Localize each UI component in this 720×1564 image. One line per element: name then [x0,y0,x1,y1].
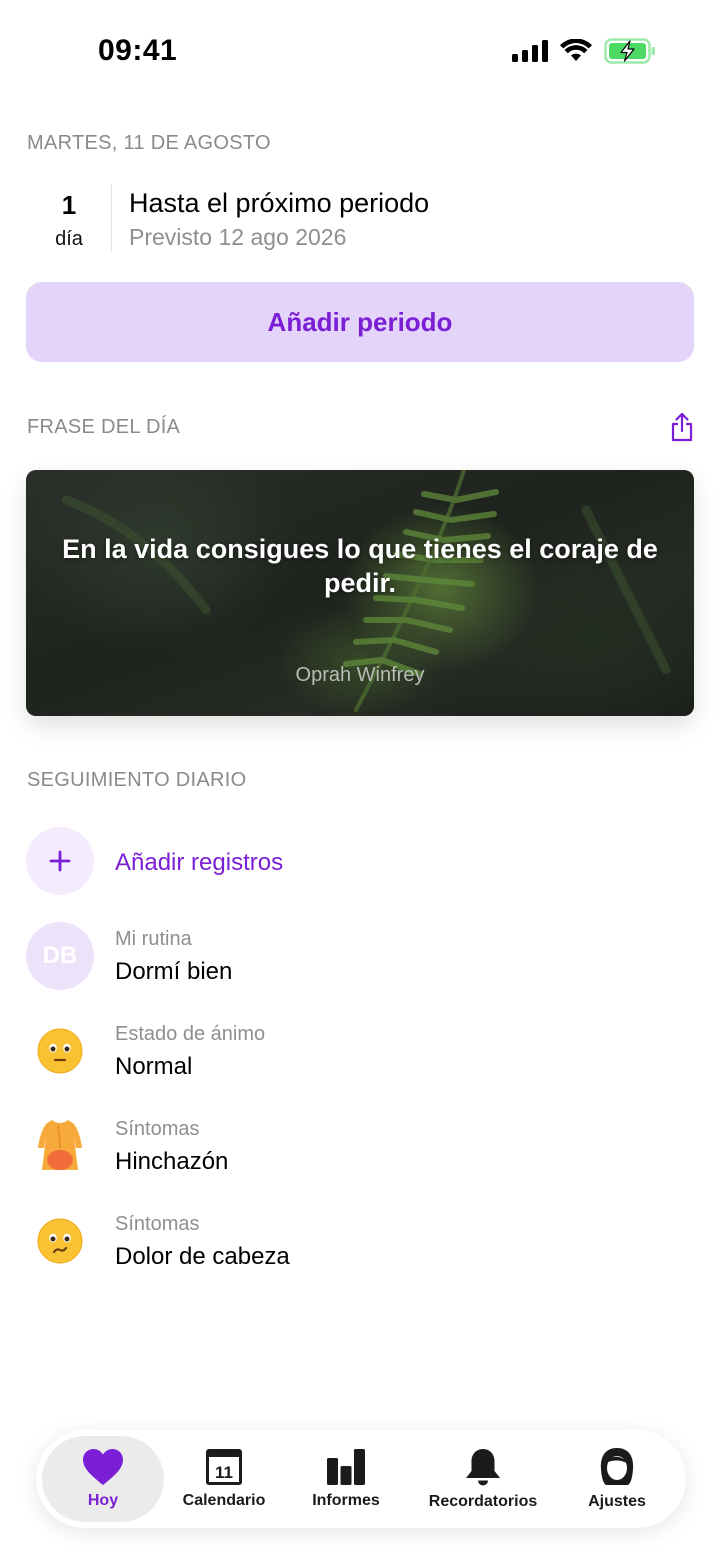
share-icon [671,412,693,442]
calendar-icon-day: 11 [215,1463,233,1482]
routine-avatar: DB [26,922,94,990]
tracking-item-mood[interactable]: Estado de ánimo Normal [26,1017,694,1087]
profile-icon [600,1448,634,1485]
tab-label: Hoy [87,1492,119,1509]
add-records-label: Añadir registros [115,849,284,876]
tracking-item-value: Normal [115,1053,193,1080]
headache-face-icon [26,1207,94,1275]
calendar-icon: 11 [206,1449,242,1485]
bottom-tab-bar: Hoy 11 Calendario Informes Recordatorios… [36,1430,686,1528]
status-time: 09:41 [98,34,178,67]
tab-label: Calendario [182,1492,266,1509]
bar-chart-icon [327,1449,365,1485]
bell-icon [466,1449,500,1486]
tracking-item-bloating[interactable]: Síntomas Hinchazón [26,1112,694,1182]
date-label: MARTES, 11 DE AGOSTO [27,132,271,154]
tab-hoy[interactable]: Hoy [42,1436,164,1522]
quote-section-label: FRASE DEL DÍA [27,416,181,438]
bloating-icon [26,1112,94,1180]
period-countdown[interactable]: 1 día Hasta el próximo periodo Previsto … [27,184,693,254]
tracking-item-value: Dolor de cabeza [115,1243,290,1270]
signal-icon [512,40,548,62]
tab-label: Recordatorios [428,1493,538,1510]
tab-ajustes[interactable]: Ajustes [564,1436,670,1522]
quote-card[interactable]: En la vida consigues lo que tienes el co… [26,470,694,716]
countdown-subtitle: Previsto 12 ago 2026 [129,224,347,250]
add-records-button[interactable] [26,827,94,895]
neutral-face-icon [26,1017,94,1085]
tracking-item-label: Mi rutina [115,928,192,950]
wifi-icon [560,39,592,61]
tracking-item-value: Dormí bien [115,958,233,985]
countdown-divider [111,184,112,252]
routine-avatar-initials: DB [42,942,78,969]
tracking-item-label: Síntomas [115,1118,200,1140]
tracking-section-label: SEGUIMIENTO DIARIO [27,769,247,791]
tab-recordatorios[interactable]: Recordatorios [418,1436,548,1522]
quote-text: En la vida consigues lo que tienes el co… [62,534,658,598]
tracking-item-headache[interactable]: Síntomas Dolor de cabeza [26,1207,694,1277]
add-records-row[interactable]: Añadir registros [26,827,694,897]
tab-informes[interactable]: Informes [292,1436,400,1522]
tracking-item-routine[interactable]: DB Mi rutina Dormí bien [26,922,694,992]
tracking-item-label: Estado de ánimo [115,1023,266,1045]
tab-calendario[interactable]: 11 Calendario [168,1436,280,1522]
share-button[interactable] [670,412,694,442]
countdown-days-unit: día [55,228,83,250]
tab-label: Informes [312,1492,380,1509]
tracking-item-label: Síntomas [115,1213,200,1235]
battery-charging-icon [604,38,655,64]
add-period-button[interactable]: Añadir periodo [26,282,694,362]
plus-icon [49,850,71,872]
status-icons [512,38,656,64]
heart-icon [83,1449,123,1485]
countdown-title: Hasta el próximo periodo [129,188,430,218]
today-screen: 09:41 MARTES, 11 DE AGOSTO 1 día Hasta e… [0,0,720,1564]
tab-label: Ajustes [588,1493,646,1510]
quote-author: Oprah Winfrey [295,664,425,686]
tracking-item-value: Hinchazón [115,1148,229,1175]
countdown-days-number: 1 [61,190,77,220]
